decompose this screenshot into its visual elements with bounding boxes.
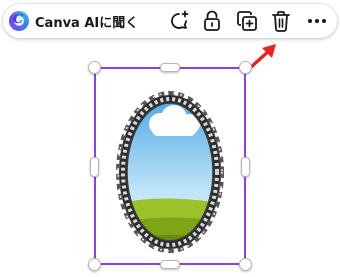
resize-handle-top-left[interactable] [88,61,101,74]
comment-add-icon[interactable] [167,9,191,33]
canva-ai-button[interactable]: C Canva AIに聞く [9,8,138,34]
canva-ai-logo-icon: C [9,11,29,31]
resize-handle-top-right[interactable] [239,61,252,74]
more-icon[interactable] [305,9,329,33]
resize-handle-bottom-left[interactable] [88,258,101,271]
resize-handle-bottom-right[interactable] [239,258,252,271]
resize-handle-left[interactable] [90,157,99,177]
resize-handle-right[interactable] [241,157,250,177]
oval-mirror-image[interactable] [112,84,228,260]
canva-ai-label: Canva AIに聞く [35,15,139,31]
lock-icon[interactable] [200,9,224,33]
resize-handle-bottom[interactable] [160,260,180,269]
trash-icon[interactable] [269,9,293,33]
floating-toolbar: C Canva AIに聞く [3,4,337,38]
duplicate-icon[interactable] [235,9,259,33]
resize-handle-top[interactable] [160,63,180,72]
